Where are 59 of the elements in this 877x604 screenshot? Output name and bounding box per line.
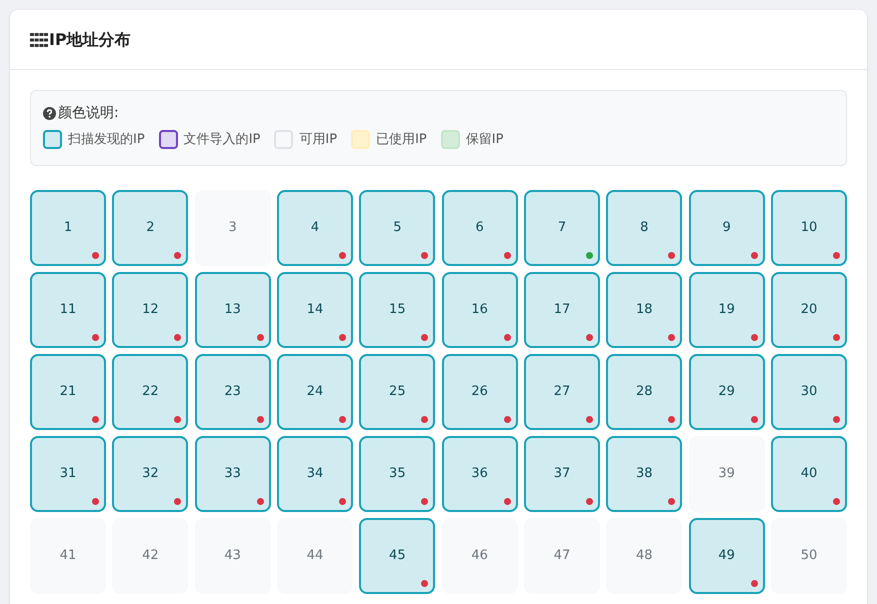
legend-label: 保留IP — [466, 131, 504, 149]
ip-cell[interactable]: 38 — [606, 436, 682, 512]
ip-cell[interactable]: 24 — [276, 354, 354, 430]
ip-cell[interactable]: 20 — [770, 272, 847, 348]
grid-icon — [30, 32, 48, 46]
legend-label: 已使用IP — [376, 131, 427, 149]
ip-cell[interactable]: 16 — [442, 272, 518, 348]
ip-cell[interactable]: 17 — [524, 272, 600, 348]
ip-cell[interactable]: 19 — [688, 272, 765, 348]
ip-cell[interactable]: 7 — [524, 190, 600, 266]
ip-cell[interactable]: 42 — [112, 518, 188, 594]
ip-cell[interactable]: 33 — [194, 436, 271, 512]
legend-label: 文件导入的IP — [184, 131, 260, 149]
ip-cell[interactable]: 29 — [688, 354, 765, 430]
ip-cell[interactable]: 40 — [770, 436, 847, 512]
ip-cell[interactable]: 37 — [524, 436, 600, 512]
ip-cell[interactable]: 13 — [194, 272, 271, 348]
ip-cell[interactable]: 10 — [770, 190, 847, 266]
ip-cell[interactable]: 43 — [194, 518, 271, 594]
ip-cell[interactable]: 47 — [524, 518, 600, 594]
ip-cell[interactable]: 22 — [112, 354, 188, 430]
ip-cell[interactable]: 39 — [688, 436, 765, 512]
ip-cell[interactable]: 32 — [112, 436, 188, 512]
ip-cell[interactable]: 11 — [30, 272, 106, 348]
ip-cell[interactable]: 45 — [359, 518, 436, 594]
ip-cell[interactable]: 5 — [359, 190, 436, 266]
help-icon — [43, 107, 56, 120]
ip-cell[interactable]: 8 — [606, 190, 682, 266]
ip-cell[interactable]: 26 — [442, 354, 518, 430]
legend-title: 颜色说明: — [58, 104, 119, 123]
ip-cell[interactable]: 34 — [276, 436, 354, 512]
card-title: IP地址分布 — [49, 28, 131, 50]
ip-cell[interactable]: 49 — [688, 518, 765, 594]
ip-cell[interactable]: 2 — [112, 190, 188, 266]
legend-label: 扫描发现的IP — [68, 131, 145, 149]
ip-cell[interactable]: 48 — [606, 518, 682, 594]
ip-cell[interactable]: 1 — [30, 190, 106, 266]
ip-cell[interactable]: 18 — [606, 272, 682, 348]
ip-cell[interactable]: 3 — [194, 190, 271, 266]
ip-cell[interactable]: 30 — [770, 354, 847, 430]
ip-cell[interactable]: 36 — [442, 436, 518, 512]
ip-cell[interactable]: 15 — [359, 272, 436, 348]
ip-cell[interactable]: 27 — [524, 354, 600, 430]
ip-cell[interactable]: 28 — [606, 354, 682, 430]
ip-cell[interactable]: 12 — [112, 272, 188, 348]
ip-cell[interactable]: 41 — [30, 518, 106, 594]
ip-cell[interactable]: 46 — [442, 518, 518, 594]
ip-cell[interactable]: 14 — [276, 272, 354, 348]
ip-cell[interactable]: 44 — [276, 518, 354, 594]
ip-cell[interactable]: 31 — [30, 436, 106, 512]
ip-cell[interactable]: 50 — [770, 518, 847, 594]
legend-label: 可用IP — [299, 131, 338, 149]
ip-cell[interactable]: 21 — [30, 354, 106, 430]
ip-cell[interactable]: 4 — [276, 190, 354, 266]
ip-cell[interactable]: 23 — [194, 354, 271, 430]
ip-cell[interactable]: 6 — [442, 190, 518, 266]
ip-cell[interactable]: 9 — [688, 190, 765, 266]
ip-cell[interactable]: 35 — [359, 436, 436, 512]
ip-cell[interactable]: 25 — [359, 354, 436, 430]
